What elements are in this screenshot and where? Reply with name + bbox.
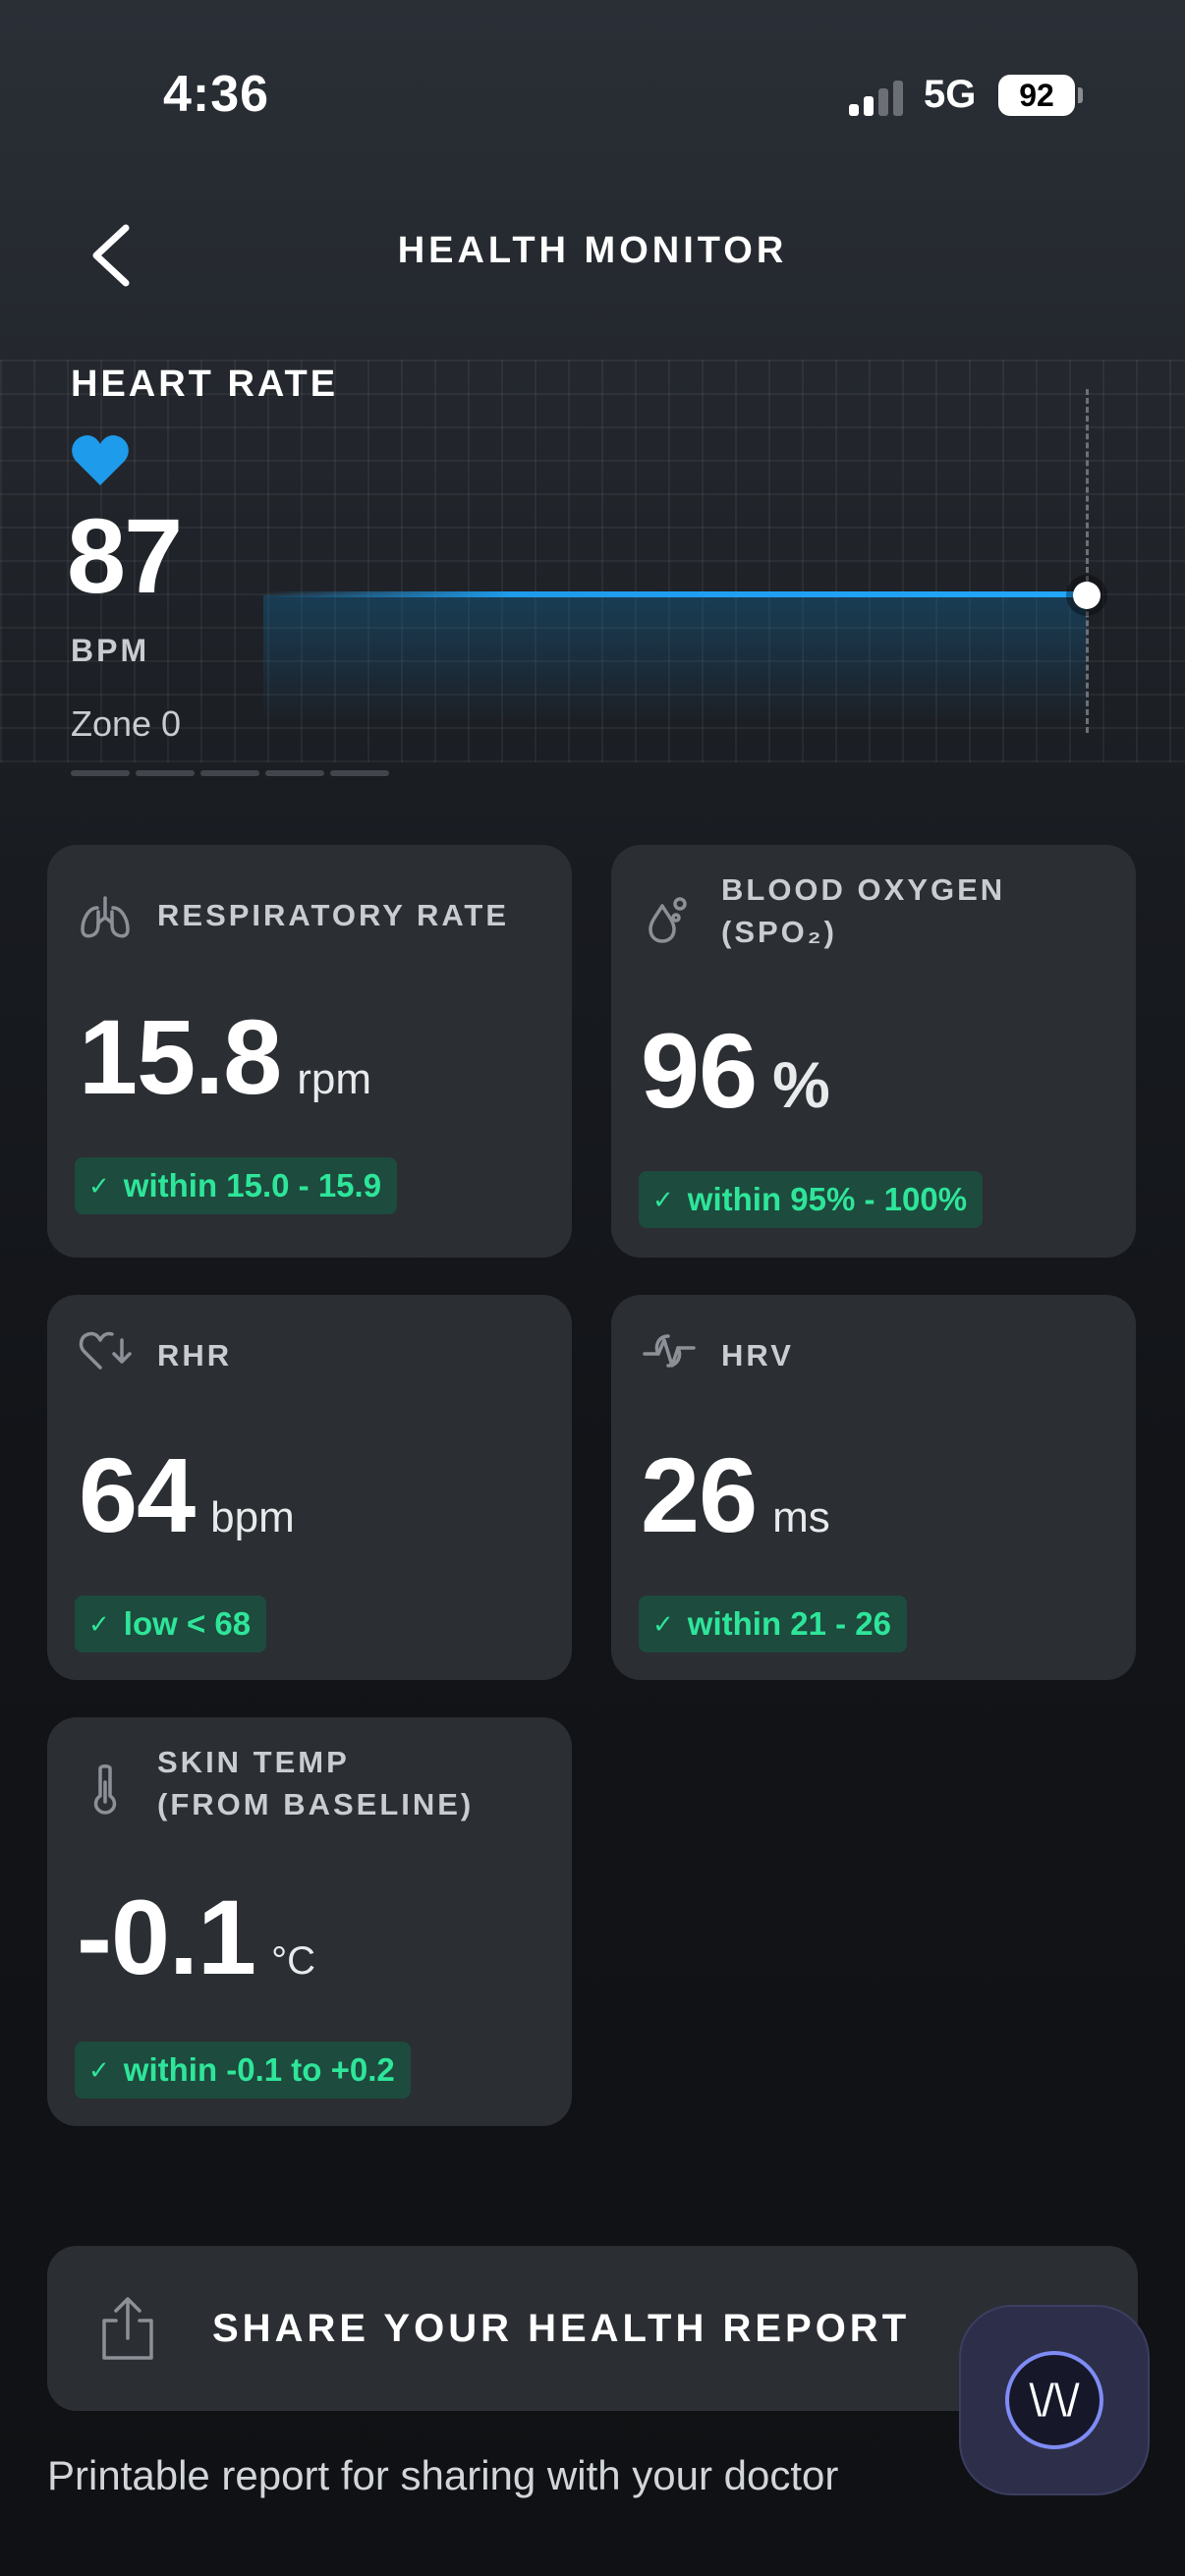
- hrv-label: HRV: [721, 1338, 794, 1372]
- heart-rate-line: [263, 591, 1087, 597]
- status-time: 4:36: [163, 66, 270, 123]
- rhr-value: 64: [79, 1435, 196, 1554]
- battery-icon: 92: [998, 75, 1075, 116]
- page-title: HEALTH MONITOR: [397, 230, 788, 271]
- rhr-status-badge: ✓ low < 68: [75, 1596, 267, 1652]
- rhr-label: RHR: [157, 1338, 233, 1372]
- check-icon: ✓: [652, 1184, 674, 1214]
- skin-temp-label-line1: SKIN TEMP: [157, 1745, 350, 1779]
- blood-oxygen-range: within 95% - 100%: [687, 1181, 968, 1217]
- blood-oxygen-label-line1: BLOOD OXYGEN: [721, 872, 1006, 907]
- heart-down-icon: [79, 1331, 132, 1370]
- blood-oxygen-value-row: 96 %: [641, 1018, 830, 1124]
- heart-rate-current-dot[interactable]: [1073, 582, 1100, 609]
- heart-icon: [72, 435, 129, 485]
- zone-bar: [71, 770, 130, 776]
- check-icon: ✓: [88, 2054, 110, 2085]
- blood-oxygen-unit: %: [772, 1048, 830, 1121]
- thermometer-icon: [93, 1764, 117, 1815]
- signal-icon: [849, 79, 906, 116]
- heart-rate-chart-glow: [263, 595, 1087, 723]
- screen: 4:36 5G 92 HEALTH MONITOR HEART RATE 87 …: [0, 0, 1185, 2576]
- hrv-value: 26: [641, 1435, 758, 1554]
- coach-assistant-button[interactable]: \/\/: [961, 2307, 1148, 2493]
- hrv-status-badge: ✓ within 21 - 26: [639, 1596, 908, 1652]
- skin-temp-range: within -0.1 to +0.2: [123, 2051, 395, 2088]
- respiratory-rate-status-badge: ✓ within 15.0 - 15.9: [75, 1157, 398, 1214]
- rhr-unit: bpm: [210, 1493, 295, 1541]
- rhr-card[interactable]: RHR 64 bpm ✓ low < 68: [47, 1295, 572, 1680]
- skin-temp-card[interactable]: SKIN TEMP (FROM BASELINE) -0.1 °C ✓ with…: [47, 1717, 572, 2126]
- skin-temp-value-row: -0.1 °C: [77, 1884, 315, 1990]
- hrv-value-row: 26 ms: [641, 1442, 830, 1548]
- blood-oxygen-card[interactable]: BLOOD OXYGEN (SPO₂) 96 % ✓ within 95% - …: [611, 845, 1136, 1258]
- droplet-icon: [649, 897, 687, 943]
- coach-icon: \/\/: [1005, 2351, 1103, 2449]
- heart-rate-unit: BPM: [71, 633, 150, 668]
- zone-indicator: [71, 770, 389, 776]
- share-health-report-label: SHARE YOUR HEALTH REPORT: [212, 2307, 911, 2350]
- skin-temp-unit: °C: [271, 1939, 315, 1983]
- blood-oxygen-label: BLOOD OXYGEN (SPO₂): [721, 868, 1005, 954]
- heart-rate-value: 87: [67, 496, 183, 615]
- lungs-icon: [81, 896, 130, 938]
- blood-oxygen-status-badge: ✓ within 95% - 100%: [639, 1171, 984, 1228]
- heart-rate-title: HEART RATE: [71, 364, 339, 405]
- network-label: 5G: [924, 73, 977, 116]
- heart-rate-cursor-line: [1086, 389, 1089, 733]
- rhr-range: low < 68: [123, 1605, 252, 1642]
- respiratory-rate-value: 15.8: [79, 997, 282, 1116]
- check-icon: ✓: [88, 1608, 110, 1639]
- skin-temp-value: -0.1: [77, 1877, 256, 1996]
- zone-bar: [136, 770, 195, 776]
- hrv-card[interactable]: HRV 26 ms ✓ within 21 - 26: [611, 1295, 1136, 1680]
- hrv-unit: ms: [772, 1493, 830, 1541]
- zone-bar: [265, 770, 324, 776]
- zone-bar: [200, 770, 259, 776]
- zone-bar: [330, 770, 389, 776]
- skin-temp-label-line2: (FROM BASELINE): [157, 1787, 475, 1822]
- respiratory-rate-value-row: 15.8 rpm: [79, 1004, 371, 1110]
- hrv-range: within 21 - 26: [687, 1605, 892, 1642]
- check-icon: ✓: [652, 1608, 674, 1639]
- blood-oxygen-value: 96: [641, 1011, 758, 1130]
- rhr-value-row: 64 bpm: [79, 1442, 295, 1548]
- respiratory-rate-range: within 15.0 - 15.9: [123, 1167, 382, 1204]
- respiratory-rate-unit: rpm: [297, 1055, 371, 1103]
- heart-rate-zone: Zone 0: [71, 703, 182, 744]
- pulse-icon: [643, 1334, 696, 1368]
- skin-temp-label: SKIN TEMP (FROM BASELINE): [157, 1741, 474, 1826]
- respiratory-rate-label: RESPIRATORY RATE: [157, 898, 510, 932]
- blood-oxygen-label-line2: (SPO₂): [721, 915, 837, 950]
- check-icon: ✓: [88, 1170, 110, 1201]
- skin-temp-status-badge: ✓ within -0.1 to +0.2: [75, 2042, 411, 2099]
- respiratory-rate-card[interactable]: RESPIRATORY RATE 15.8 rpm ✓ within 15.0 …: [47, 845, 572, 1258]
- battery-tip: [1078, 87, 1083, 103]
- share-report-subtitle: Printable report for sharing with your d…: [47, 2452, 839, 2498]
- share-icon: [102, 2297, 153, 2360]
